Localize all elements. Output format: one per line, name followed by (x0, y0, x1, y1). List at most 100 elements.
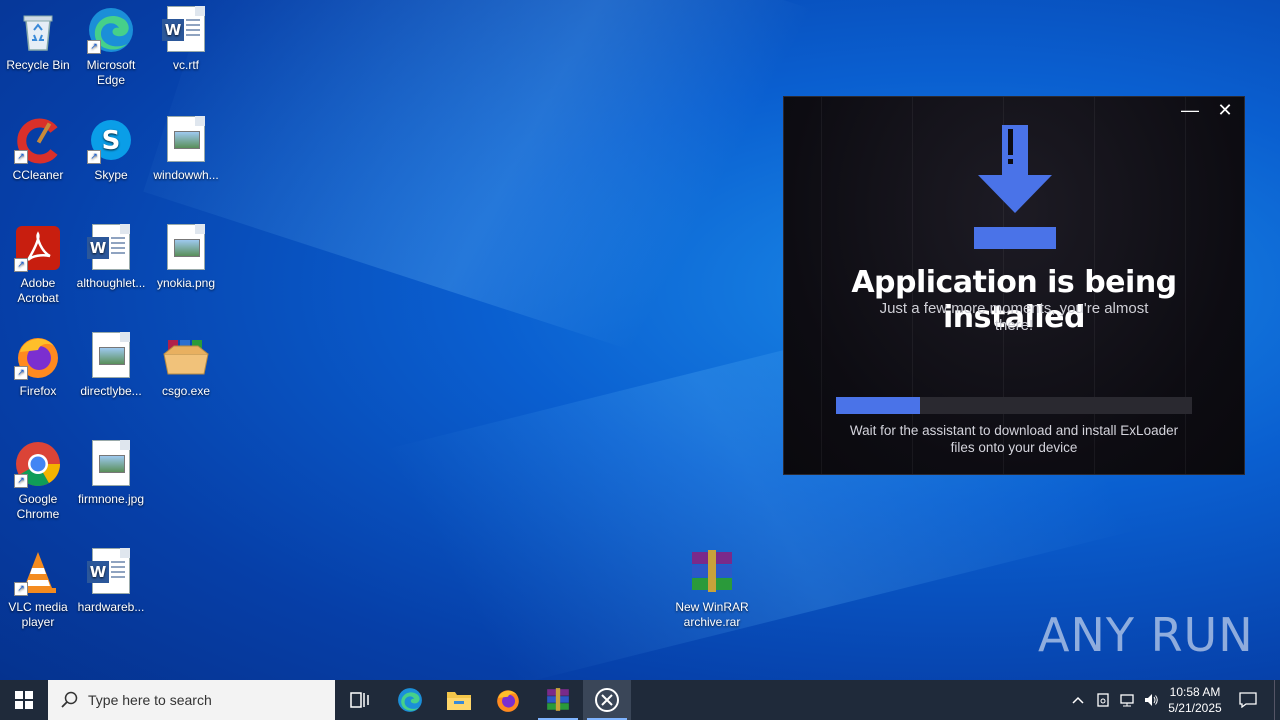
taskbar-edge[interactable] (386, 680, 434, 720)
taskbar-exloader-installer[interactable] (583, 680, 631, 720)
desktop-icon-label: vc.rtf (173, 58, 199, 72)
winrar-books-icon (547, 688, 569, 711)
skype-icon: S ↗ (87, 116, 135, 164)
desktop-icon-label: Google Chrome (16, 492, 60, 521)
word-document-icon: W (162, 6, 210, 54)
search-placeholder: Type here to search (88, 692, 212, 708)
ccleaner-icon: ↗ (14, 116, 62, 164)
image-file-icon (162, 116, 210, 164)
desktop-icon-winrar-archive[interactable]: New WinRAR archive.rar (674, 548, 750, 630)
installer-subtitle: Just a few more moments, you're almost t… (879, 300, 1149, 334)
close-button[interactable]: ✕ (1208, 99, 1242, 121)
desktop-icon-image-file[interactable]: directlybe... (73, 332, 149, 399)
vlc-icon: ↗ (14, 548, 62, 596)
image-file-icon (162, 224, 210, 272)
action-center-button[interactable] (1232, 680, 1264, 720)
adobe-acrobat-icon: ↗ (14, 224, 62, 272)
shortcut-arrow-icon: ↗ (87, 40, 101, 54)
install-progress-bar (836, 397, 1192, 414)
image-file-icon (87, 440, 135, 488)
network-icon (1120, 694, 1134, 707)
shortcut-arrow-icon: ↗ (14, 474, 28, 488)
watermark-logo: ANY RUN (1038, 608, 1254, 662)
task-view-icon (350, 692, 369, 708)
speaker-icon (1145, 694, 1158, 706)
download-icon (972, 121, 1058, 251)
search-icon (61, 691, 78, 708)
desktop-icon-firefox[interactable]: ↗ Firefox (0, 332, 76, 399)
desktop-icon-google-chrome[interactable]: ↗ Google Chrome (0, 440, 76, 522)
desktop-icon-label: VLC media player (8, 600, 68, 629)
tray-network-button[interactable] (1116, 680, 1138, 720)
tray-volume-button[interactable] (1140, 680, 1162, 720)
taskbar-winrar[interactable] (534, 680, 582, 720)
taskbar-firefox[interactable] (484, 680, 532, 720)
start-button[interactable] (0, 680, 48, 720)
desktop-icon-label: Skype (94, 168, 128, 182)
edge-icon: ↗ (87, 6, 135, 54)
taskbar-clock[interactable]: 10:58 AM 5/21/2025 (1164, 680, 1226, 720)
install-progress-fill (836, 397, 920, 414)
minimize-button[interactable]: — (1173, 99, 1207, 121)
svg-text:S: S (102, 126, 121, 156)
word-document-icon: W (87, 548, 135, 596)
desktop-icon-label: Firefox (19, 384, 57, 398)
desktop-icon-adobe-acrobat[interactable]: ↗ Adobe Acrobat (0, 224, 76, 306)
winrar-archive-icon (162, 332, 210, 380)
device-icon (1097, 693, 1109, 707)
desktop-icon-label: New WinRAR archive.rar (675, 600, 749, 629)
desktop-icon-label: Adobe Acrobat (17, 276, 59, 305)
chevron-up-icon (1072, 696, 1084, 704)
desktop-icon-label: hardwareb... (77, 600, 145, 614)
folder-icon (447, 692, 471, 710)
installer-window: — ✕ Application is being installed Just … (783, 96, 1245, 475)
desktop-icon-label: directlybe... (80, 384, 142, 398)
desktop-icon-word-doc[interactable]: W hardwareb... (73, 548, 149, 615)
shortcut-arrow-icon: ↗ (14, 150, 28, 164)
desktop-icon-image-file[interactable]: windowwh... (148, 116, 224, 183)
desktop-icon-label: csgo.exe (161, 384, 211, 398)
desktop-icon-image-file[interactable]: ynokia.png (148, 224, 224, 291)
firefox-icon (497, 690, 519, 712)
desktop-icon-word-doc[interactable]: W vc.rtf (148, 6, 224, 73)
taskbar: Type here to search 10:58 AM 5/21/2025 (0, 680, 1280, 720)
desktop-icon-csgo-exe[interactable]: csgo.exe (148, 332, 224, 399)
winrar-books-icon (688, 548, 736, 596)
clock-time: 10:58 AM (1169, 685, 1221, 699)
tray-device-button[interactable] (1092, 680, 1114, 720)
recycle-bin-icon (14, 6, 62, 54)
desktop-icon-recycle-bin[interactable]: Recycle Bin (0, 6, 76, 73)
desktop-icon-label: CCleaner (12, 168, 64, 182)
shortcut-arrow-icon: ↗ (87, 150, 101, 164)
show-hidden-icons-button[interactable] (1066, 680, 1090, 720)
desktop-icon-label: Microsoft Edge (86, 58, 136, 87)
windows-logo-icon (15, 691, 33, 709)
taskbar-search-box[interactable]: Type here to search (48, 680, 335, 720)
desktop-icon-image-file[interactable]: firmnone.jpg (73, 440, 149, 507)
desktop-icon-microsoft-edge[interactable]: ↗ Microsoft Edge (73, 6, 149, 88)
word-document-icon: W (87, 224, 135, 272)
firefox-icon: ↗ (14, 332, 62, 380)
desktop-icon-label: althoughlet... (76, 276, 146, 290)
notification-icon (1239, 692, 1257, 708)
taskbar-file-explorer[interactable] (435, 680, 483, 720)
desktop-icon-label: ynokia.png (156, 276, 216, 290)
desktop-icon-label: Recycle Bin (6, 58, 70, 72)
shortcut-arrow-icon: ↗ (14, 258, 28, 272)
installer-status-text: Wait for the assistant to download and i… (849, 423, 1179, 455)
desktop-icon-label: firmnone.jpg (77, 492, 145, 506)
desktop-icon-ccleaner[interactable]: ↗ CCleaner (0, 116, 76, 183)
shortcut-arrow-icon: ↗ (14, 582, 28, 596)
exloader-icon (595, 688, 619, 712)
desktop-icon-word-doc[interactable]: W althoughlet... (73, 224, 149, 291)
image-file-icon (87, 332, 135, 380)
chrome-icon: ↗ (14, 440, 62, 488)
clock-date: 5/21/2025 (1168, 701, 1222, 715)
shortcut-arrow-icon: ↗ (14, 366, 28, 380)
show-desktop-divider[interactable] (1274, 680, 1275, 720)
desktop-icon-skype[interactable]: S ↗ Skype (73, 116, 149, 183)
desktop-icon-label: windowwh... (153, 168, 219, 182)
edge-icon (398, 688, 422, 712)
task-view-button[interactable] (336, 680, 384, 720)
desktop-icon-vlc[interactable]: ↗ VLC media player (0, 548, 76, 630)
